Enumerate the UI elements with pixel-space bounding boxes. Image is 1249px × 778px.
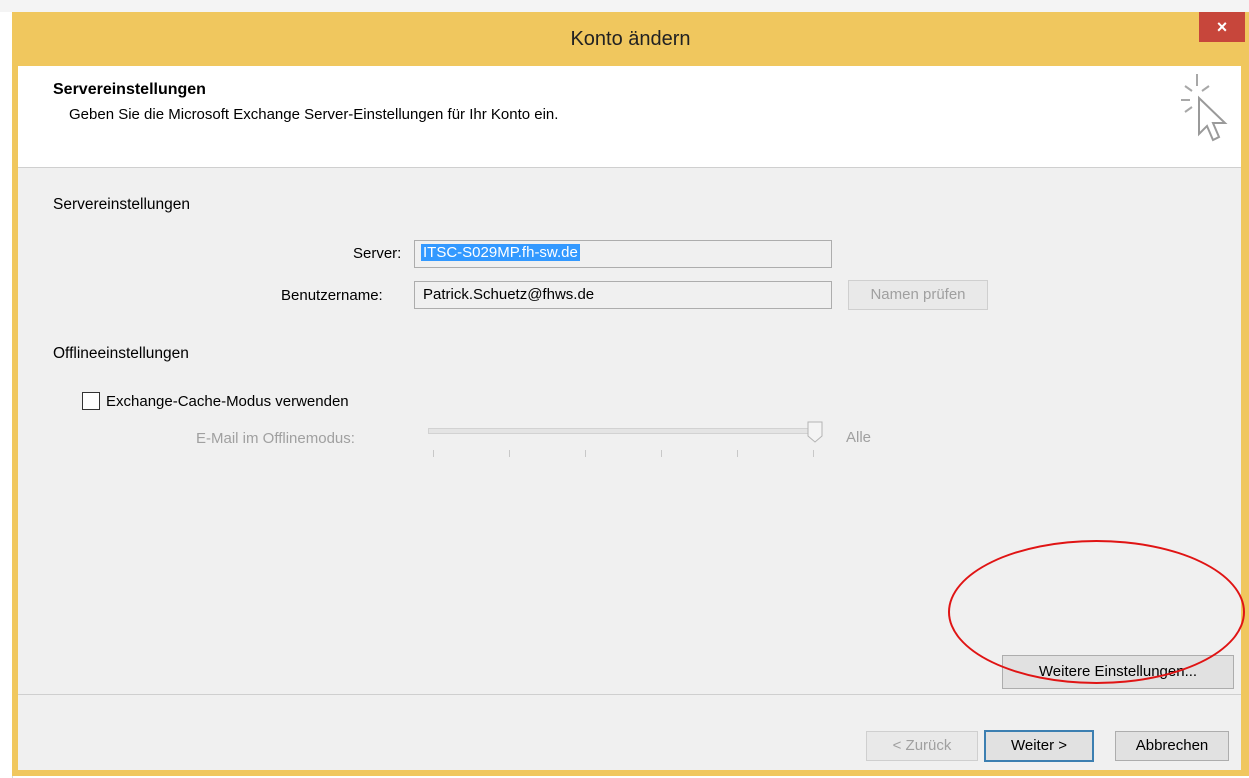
slider-thumb[interactable] [807, 421, 823, 443]
dialog-client: Servereinstellungen Geben Sie die Micros… [18, 66, 1241, 770]
cache-mode-checkbox[interactable] [82, 392, 100, 410]
server-value: ITSC-S029MP.fh-sw.de [421, 244, 580, 261]
slider-tick [509, 450, 510, 457]
slider-tick [433, 450, 434, 457]
close-button[interactable]: × [1199, 12, 1245, 42]
server-settings-section-label: Servereinstellungen [53, 196, 191, 213]
slider-tick [661, 450, 662, 457]
slider-tick [585, 450, 586, 457]
dialog-window: Konto ändern × Servereinstellungen Geben… [12, 12, 1249, 776]
dialog-header: Servereinstellungen Geben Sie die Micros… [18, 66, 1241, 168]
username-input[interactable]: Patrick.Schuetz@fhws.de [414, 281, 832, 309]
slider-tick [813, 450, 814, 457]
more-settings-button[interactable]: Weitere Einstellungen... [1002, 655, 1234, 689]
back-button[interactable]: < Zurück [866, 731, 978, 761]
cancel-button[interactable]: Abbrechen [1115, 731, 1229, 761]
footer-divider [18, 694, 1241, 695]
slider-value-label: Alle [846, 429, 872, 446]
check-name-button[interactable]: Namen prüfen [848, 280, 988, 310]
offline-mail-label: E-Mail im Offlinemodus: [196, 430, 355, 447]
server-input[interactable]: ITSC-S029MP.fh-sw.de [414, 240, 832, 268]
next-button[interactable]: Weiter > [984, 730, 1094, 762]
offline-mail-slider[interactable] [428, 428, 818, 434]
server-label: Server: [353, 245, 402, 262]
slider-tick [737, 450, 738, 457]
username-value: Patrick.Schuetz@fhws.de [423, 286, 595, 303]
title-bar[interactable]: Konto ändern × [12, 12, 1249, 66]
cursor-click-icon [1181, 74, 1228, 142]
header-subtitle: Geben Sie die Microsoft Exchange Server-… [69, 106, 559, 123]
header-title: Servereinstellungen [53, 81, 206, 98]
username-label: Benutzername: [281, 287, 383, 304]
window-title: Konto ändern [570, 28, 691, 50]
offline-settings-section-label: Offlineeinstellungen [53, 345, 189, 362]
cache-mode-label[interactable]: Exchange-Cache-Modus verwenden [106, 393, 349, 410]
